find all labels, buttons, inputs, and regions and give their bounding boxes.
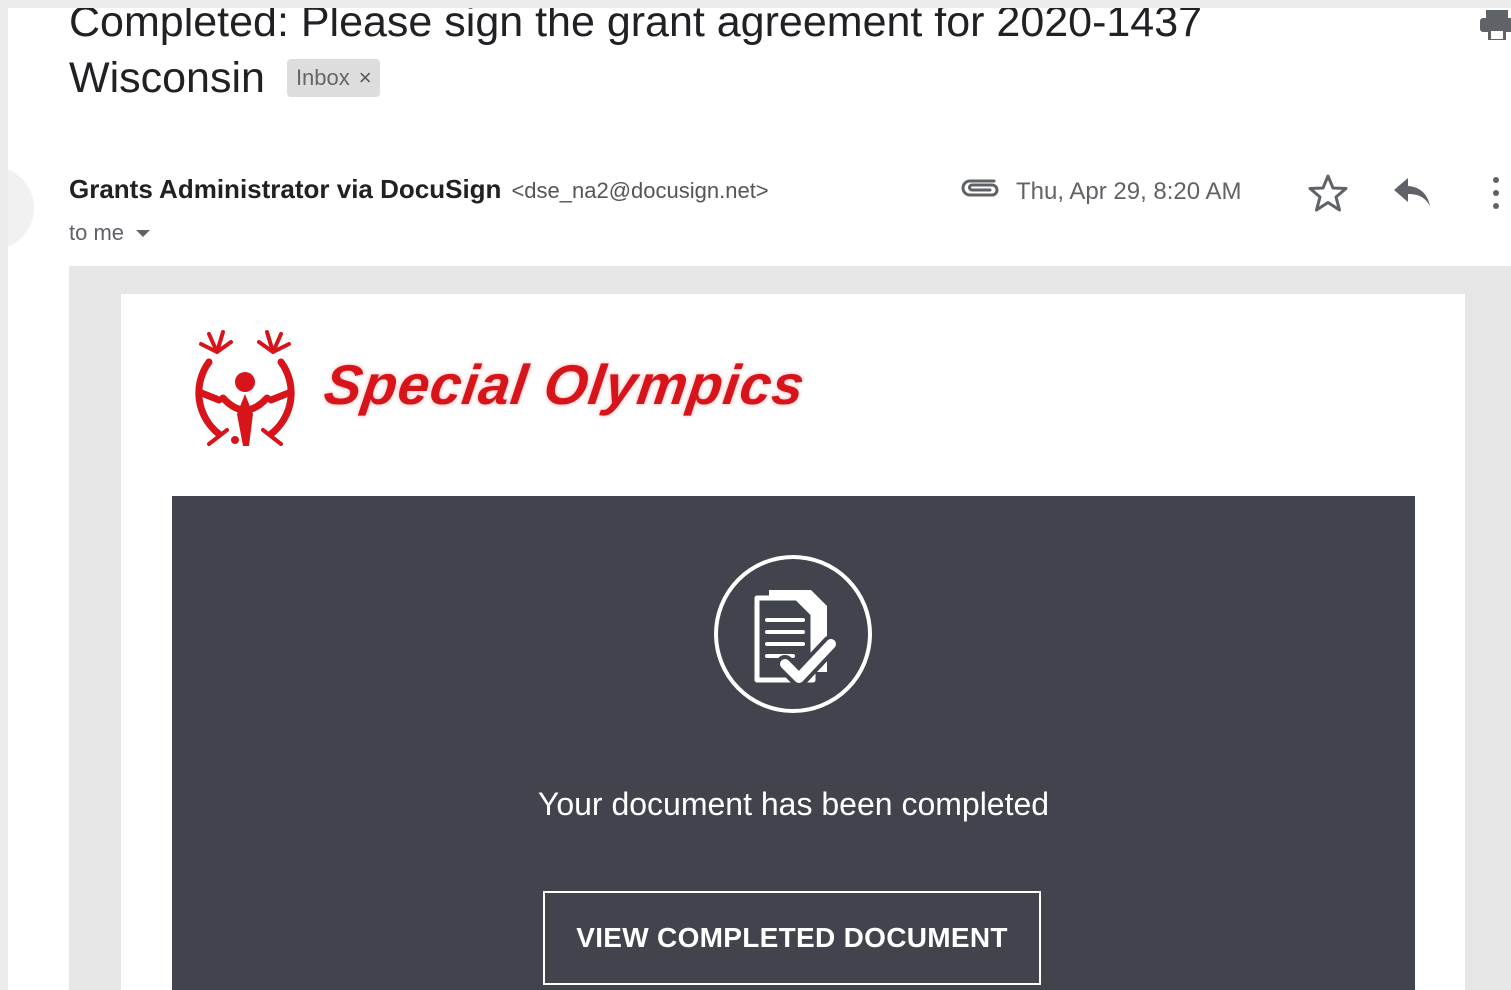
notification-panel: Your document has been completed VIEW CO… (172, 496, 1415, 990)
sender-row: Grants Administrator via DocuSign <dse_n… (69, 174, 769, 205)
view-completed-document-button[interactable]: VIEW COMPLETED DOCUMENT (543, 891, 1041, 985)
sender-avatar (8, 166, 34, 250)
paperclip-icon (961, 179, 999, 197)
star-icon[interactable] (1308, 173, 1348, 213)
reply-icon[interactable] (1392, 176, 1432, 210)
special-olympics-emblem-icon (195, 330, 295, 446)
more-vert-icon[interactable] (1486, 174, 1506, 214)
recipient-label: to me (69, 220, 125, 245)
email-subject: Completed: Please sign the grant agreeme… (69, 8, 1449, 106)
email-view: Completed: Please sign the grant agreeme… (8, 8, 1511, 990)
email-card: Special Olympics Your document has been … (121, 294, 1465, 990)
remove-label-button[interactable]: × (359, 59, 372, 97)
chevron-down-icon (136, 229, 151, 237)
inbox-label[interactable]: Inbox × (286, 59, 380, 97)
inbox-label-text: Inbox (295, 65, 350, 90)
email-date: Thu, Apr 29, 8:20 AM (1016, 178, 1242, 205)
sender-email: <dse_na2@docusign.net> (511, 178, 769, 203)
recipient-details-toggle[interactable]: to me (69, 220, 151, 246)
subject-line-1: Completed: Please sign the grant agreeme… (69, 8, 1203, 46)
brand-logo-text: Special Olympics (320, 353, 810, 416)
document-check-icon (714, 555, 872, 713)
sender-name[interactable]: Grants Administrator via DocuSign (69, 174, 501, 205)
print-icon[interactable] (1480, 10, 1511, 40)
completed-message: Your document has been completed (537, 786, 1050, 822)
subject-line-2: Wisconsin (69, 54, 265, 102)
email-body: Special Olympics Your document has been … (69, 266, 1511, 990)
